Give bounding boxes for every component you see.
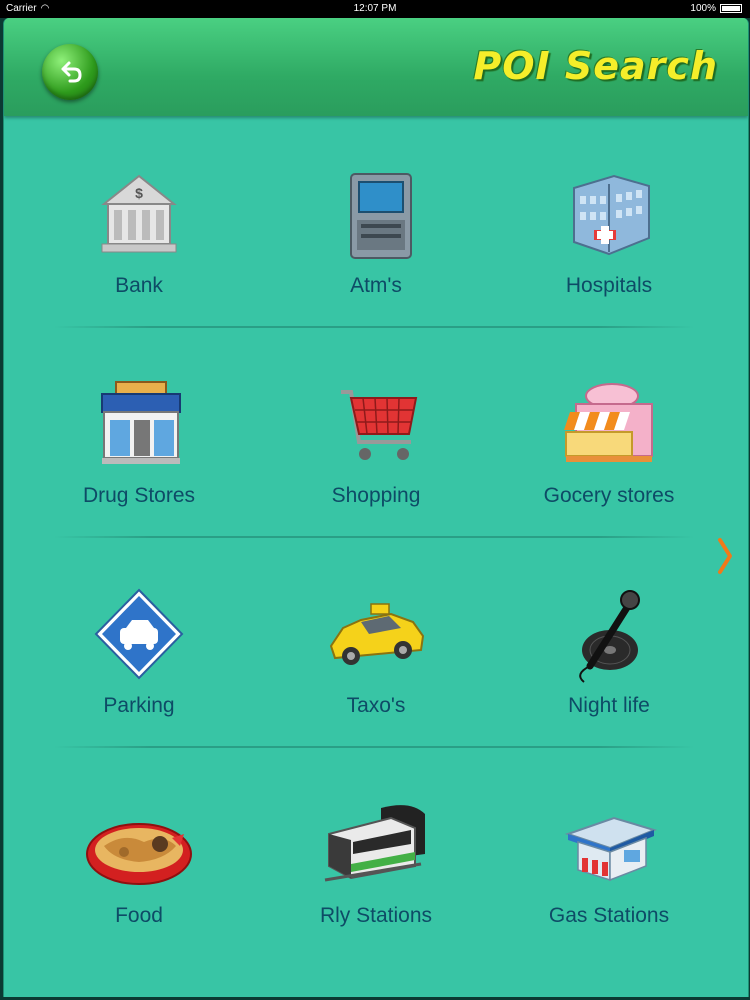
category-label: Hospitals: [565, 274, 653, 297]
category-label: Rly Stations: [319, 904, 433, 927]
category-atm[interactable]: Atm's: [261, 164, 491, 324]
category-label: Parking: [103, 694, 175, 717]
hospital-icon: [573, 174, 650, 256]
bank-icon: $: [101, 174, 177, 253]
category-row: Parking Taxo's Night life: [4, 536, 748, 746]
app-screen: POI Search $ Bank Atm's Hospitals Drug S…: [3, 18, 749, 997]
category-parking[interactable]: Parking: [24, 584, 254, 744]
category-grocery-stores[interactable]: Gocery stores: [494, 374, 724, 534]
category-label: Gas Stations: [548, 904, 670, 927]
back-arrow-icon: [61, 61, 82, 83]
header-bar: POI Search: [4, 18, 748, 116]
category-label: Drug Stores: [82, 484, 196, 507]
category-hospitals[interactable]: Hospitals: [494, 164, 724, 324]
category-row: $ Bank Atm's Hospitals: [4, 116, 748, 326]
category-label: Gocery stores: [543, 484, 675, 507]
category-shopping[interactable]: Shopping: [261, 374, 491, 534]
category-bank[interactable]: $ Bank: [24, 164, 254, 324]
train-icon: [324, 805, 425, 882]
category-row: Drug Stores Shopping Gocery stores: [4, 326, 748, 536]
next-page-arrow-icon[interactable]: [716, 536, 734, 576]
category-label: Taxo's: [346, 694, 406, 717]
drugstore-icon: [101, 381, 181, 464]
parking-icon: [94, 588, 184, 680]
atm-icon: [350, 173, 412, 259]
category-label: Night life: [568, 694, 650, 717]
gas-station-icon: [564, 816, 657, 882]
category-food[interactable]: Food: [24, 794, 254, 954]
food-icon: [86, 823, 192, 885]
category-label: Atm's: [350, 274, 402, 297]
category-label: Bank: [115, 274, 163, 297]
taxi-icon: [329, 603, 425, 665]
category-rly-stations[interactable]: Rly Stations: [261, 794, 491, 954]
category-drug-stores[interactable]: Drug Stores: [24, 374, 254, 534]
category-night-life[interactable]: Night life: [494, 584, 724, 744]
grocery-store-icon: [564, 383, 653, 462]
category-label: Shopping: [331, 484, 421, 507]
microphone-icon: [579, 590, 640, 683]
category-gas-stations[interactable]: Gas Stations: [494, 794, 724, 954]
shopping-cart-icon: [341, 390, 418, 460]
category-label: Food: [115, 904, 163, 927]
battery-icon: [720, 3, 742, 13]
category-grid: $ Bank Atm's Hospitals Drug Stores Shopp…: [4, 116, 748, 956]
battery-indicator: 100%: [690, 3, 742, 14]
page-title: POI Search: [473, 44, 718, 88]
back-button[interactable]: [42, 44, 98, 100]
category-taxi[interactable]: Taxo's: [261, 584, 491, 744]
category-row: Food Rly Stations Gas Stations: [4, 746, 748, 956]
svg-text:$: $: [135, 185, 143, 201]
status-bar: Carrier ◠ 12:07 PM 100%: [0, 0, 750, 18]
status-time: 12:07 PM: [353, 3, 397, 14]
